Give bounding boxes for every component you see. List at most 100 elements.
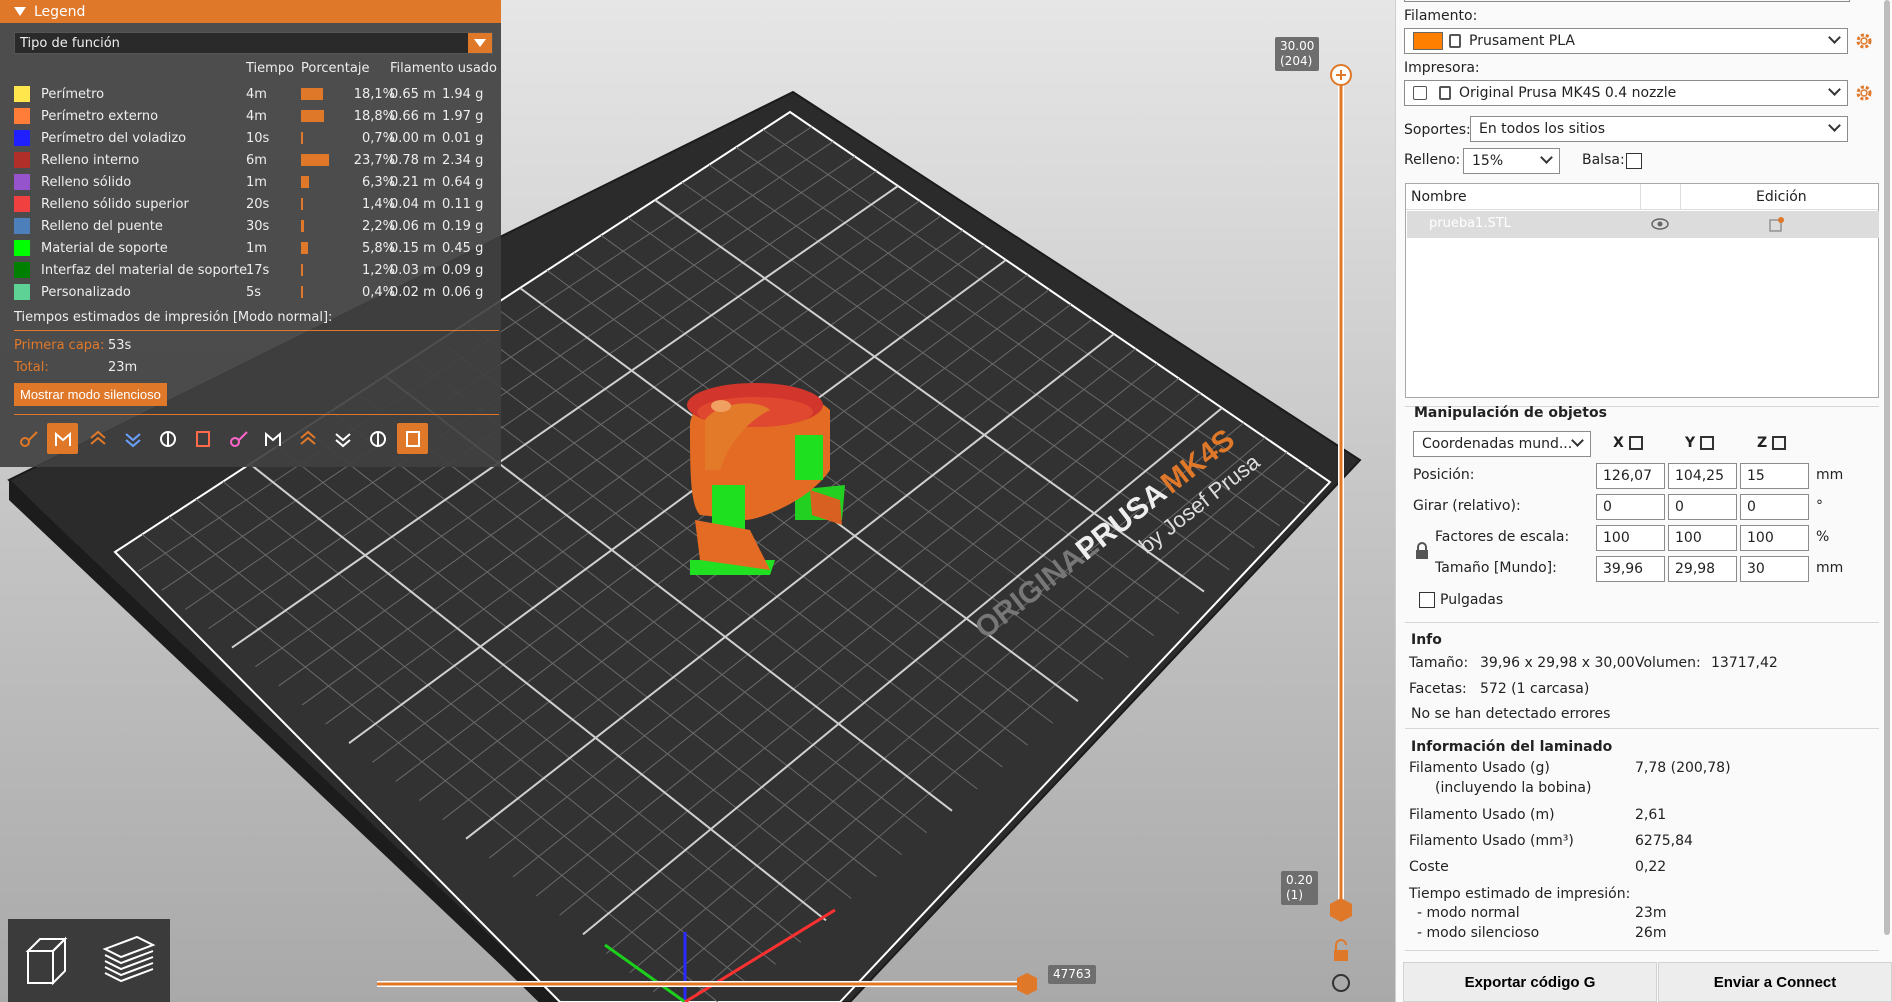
legend-options-toolbar bbox=[12, 423, 428, 457]
legend-row[interactable]: Interfaz del material de soporte 17s 1,2% 0… bbox=[14, 259, 494, 281]
color-changes-icon[interactable] bbox=[222, 423, 253, 454]
send-to-connect-button[interactable]: Enviar a Connect bbox=[1658, 962, 1892, 1002]
legend-filament-g: 1.94 g bbox=[442, 86, 484, 102]
legend-row[interactable]: Perímetro 4m 18,1% 0.65 m 1.94 g bbox=[14, 83, 494, 105]
legend-filament-g: 2.34 g bbox=[442, 152, 484, 168]
rotate-y-field[interactable]: 0 bbox=[1668, 494, 1737, 520]
object-list-header: Nombre Edición bbox=[1406, 184, 1878, 210]
chevron-down-icon bbox=[1571, 434, 1584, 447]
legend-filament-m: 0.65 m bbox=[390, 86, 436, 102]
legend-title: Legend bbox=[34, 3, 86, 20]
3d-viewport[interactable]: ORIGINAL PRUSA MK4S by Josef Prusa 30.00… bbox=[0, 0, 1395, 1002]
scale-x-field[interactable]: 100 bbox=[1596, 525, 1665, 551]
legend-row[interactable]: Perímetro externo 4m 18,8% 0.66 m 1.97 g bbox=[14, 105, 494, 127]
legend-filament-m: 0.15 m bbox=[390, 240, 436, 256]
edit-settings-icon[interactable] bbox=[1769, 216, 1785, 232]
legend-row[interactable]: Material de soporte 1m 5,8% 0.15 m 0.45 g bbox=[14, 237, 494, 259]
shells-icon[interactable] bbox=[362, 423, 393, 454]
drop-to-bed-icon[interactable] bbox=[1700, 436, 1715, 450]
vertical-slider-top-readout: 30.00 (204) bbox=[1275, 37, 1320, 71]
printer-settings-gear-icon[interactable] bbox=[1855, 84, 1873, 102]
seams-icon[interactable] bbox=[152, 423, 183, 454]
wipe-icon[interactable] bbox=[47, 423, 78, 454]
feature-type-select[interactable]: Tipo de función bbox=[14, 32, 493, 54]
filament-label: Filamento: bbox=[1404, 8, 1478, 24]
scale-lock-icon[interactable] bbox=[1414, 542, 1430, 560]
rotate-unit: ° bbox=[1816, 498, 1823, 514]
legend-filament-m: 0.21 m bbox=[390, 174, 436, 190]
coordinates-combo[interactable]: Coordenadas mund... bbox=[1413, 431, 1591, 457]
export-gcode-button[interactable]: Exportar código G bbox=[1403, 962, 1657, 1002]
legend-time: 10s bbox=[246, 130, 270, 146]
legend-row[interactable]: Relleno sólido 1m 6,3% 0.21 m 0.64 g bbox=[14, 171, 494, 193]
info-size-label: Tamaño: bbox=[1409, 655, 1469, 671]
tool-changes-icon[interactable] bbox=[187, 423, 218, 454]
legend-feature-name: Interfaz del material de soporte bbox=[41, 262, 248, 278]
legend-feature-name: Perímetro bbox=[41, 86, 105, 102]
infill-combo[interactable]: 15% bbox=[1463, 148, 1560, 174]
supports-combo[interactable]: En todos los sitios bbox=[1470, 116, 1848, 142]
position-y-field[interactable]: 104,25 bbox=[1668, 463, 1737, 489]
col-percent-header: Porcentaje bbox=[301, 61, 370, 76]
rotate-label: Girar (relativo): bbox=[1413, 498, 1521, 514]
col-divider-2 bbox=[1680, 184, 1681, 210]
legend-row[interactable]: Relleno sólido superior 20s 1,4% 0.04 m 0.11… bbox=[14, 193, 494, 215]
center-of-gravity-icon[interactable] bbox=[327, 423, 358, 454]
rotate-z-field[interactable]: 0 bbox=[1740, 494, 1809, 520]
sidebar-scrollbar[interactable] bbox=[1884, 0, 1890, 935]
infill-value: 15% bbox=[1472, 153, 1504, 169]
tool-marker-icon[interactable] bbox=[397, 423, 428, 454]
info-title: Info bbox=[1411, 632, 1442, 648]
total-value: 23m bbox=[108, 360, 138, 375]
rotate-x-field[interactable]: 0 bbox=[1596, 494, 1665, 520]
printer-combo[interactable]: Original Prusa MK4S 0.4 nozzle bbox=[1404, 80, 1848, 106]
chevron-down-icon bbox=[1828, 83, 1841, 96]
preview-layers-icon[interactable] bbox=[97, 929, 161, 993]
deretractions-icon[interactable] bbox=[117, 423, 148, 454]
brim-checkbox[interactable] bbox=[1626, 153, 1642, 169]
legend-time: 4m bbox=[246, 86, 267, 102]
legend-time: 5s bbox=[246, 284, 262, 300]
filament-combo[interactable]: Prusament PLA bbox=[1404, 28, 1848, 54]
filament-value: Prusament PLA bbox=[1469, 33, 1575, 49]
vertical-slider-bottom-handle bbox=[1330, 898, 1352, 922]
drop-to-bed-icon[interactable] bbox=[1772, 436, 1787, 450]
legend-filament-m: 0.78 m bbox=[390, 152, 436, 168]
legend-row[interactable]: Relleno del puente 30s 2,2% 0.06 m 0.19 g bbox=[14, 215, 494, 237]
size-y-field[interactable]: 29,98 bbox=[1668, 556, 1737, 582]
legend-time: 1m bbox=[246, 174, 267, 190]
silent-mode-button[interactable]: Mostrar modo silencioso bbox=[14, 383, 167, 406]
drop-to-bed-icon[interactable] bbox=[1628, 436, 1643, 450]
legend-time: 6m bbox=[246, 152, 267, 168]
legend-color-swatch bbox=[14, 152, 30, 168]
legend-feature-name: Relleno sólido superior bbox=[41, 196, 189, 212]
collapse-triangle-icon[interactable] bbox=[14, 7, 26, 16]
scale-z-field[interactable]: 100 bbox=[1740, 525, 1809, 551]
legend-row[interactable]: Personalizado 5s 0,4% 0.02 m 0.06 g bbox=[14, 281, 494, 303]
position-x-field[interactable]: 126,07 bbox=[1596, 463, 1665, 489]
size-x-field[interactable]: 39,96 bbox=[1596, 556, 1665, 582]
scale-y-field[interactable]: 100 bbox=[1668, 525, 1737, 551]
scale-label: Factores de escala: bbox=[1435, 529, 1570, 545]
eye-icon[interactable] bbox=[1651, 217, 1669, 231]
retractions-icon[interactable] bbox=[82, 423, 113, 454]
inches-checkbox[interactable] bbox=[1419, 592, 1435, 608]
legend-row[interactable]: Perímetro del voladizo 10s 0,7% 0.00 m 0.01 … bbox=[14, 127, 494, 149]
legend-percent-bar bbox=[301, 286, 303, 298]
travel-icon[interactable] bbox=[12, 423, 43, 454]
top-combo-remnant bbox=[1404, 0, 1850, 2]
filament-settings-gear-icon[interactable] bbox=[1855, 32, 1873, 50]
3d-view-icon[interactable] bbox=[18, 931, 78, 991]
legend-row[interactable]: Relleno interno 6m 23,7% 0.78 m 2.34 g bbox=[14, 149, 494, 171]
legend-percent-bar bbox=[301, 154, 330, 166]
legend-percent: 23,7% bbox=[353, 152, 395, 168]
dropdown-arrow-icon[interactable] bbox=[468, 33, 492, 53]
position-z-field[interactable]: 15 bbox=[1740, 463, 1809, 489]
size-z-field[interactable]: 30 bbox=[1740, 556, 1809, 582]
pause-icon[interactable] bbox=[257, 423, 288, 454]
printer-value: Original Prusa MK4S 0.4 nozzle bbox=[1459, 85, 1677, 101]
legend-header[interactable]: Legend bbox=[0, 0, 501, 23]
custom-gcode-icon[interactable] bbox=[292, 423, 323, 454]
legend-percent-bar bbox=[301, 220, 304, 232]
object-row[interactable]: prueba1.STL bbox=[1407, 211, 1879, 238]
